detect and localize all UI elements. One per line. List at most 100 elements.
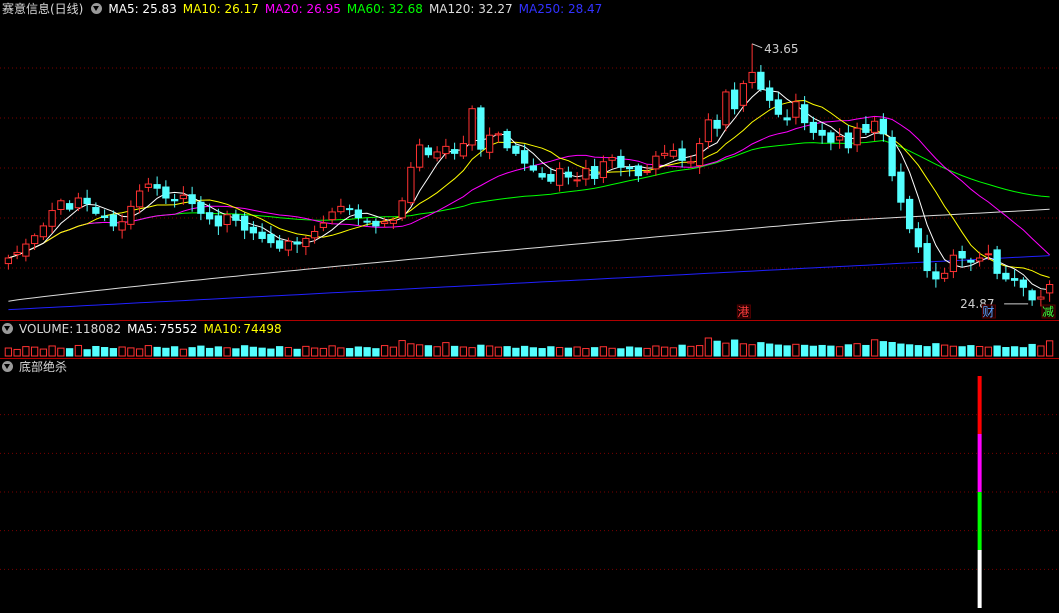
candle-body — [450, 149, 459, 154]
candle-body — [678, 148, 686, 161]
volume-bar — [162, 347, 170, 357]
candle-body — [74, 197, 83, 209]
volume-bar — [170, 346, 179, 357]
volume-bar — [284, 347, 293, 357]
candle-body — [92, 207, 100, 214]
kline-chart[interactable]: 43.6524.87港财减 — [0, 0, 1059, 613]
volume-bar — [424, 345, 433, 357]
volume-bar — [118, 346, 126, 357]
volume-bar — [135, 348, 144, 357]
volume-bar — [205, 347, 214, 357]
volume-bar — [4, 347, 13, 357]
volume-bar — [652, 345, 660, 357]
candle-body — [380, 221, 389, 225]
candle-body — [704, 119, 713, 143]
candle-body — [984, 253, 993, 256]
candle-body — [109, 214, 118, 227]
candle-body — [835, 136, 844, 141]
candle-body — [905, 198, 914, 230]
candle-body — [617, 155, 625, 168]
volume-bar — [258, 347, 266, 357]
ma250-line — [8, 255, 1050, 311]
volume-bar — [293, 348, 301, 357]
candle-body — [372, 220, 380, 227]
candle-body — [118, 221, 126, 231]
volume-bar — [354, 346, 363, 357]
candle-body — [293, 241, 301, 245]
volume-bar — [214, 346, 223, 357]
candle-body — [529, 165, 538, 171]
volume-bar — [13, 348, 21, 357]
volume-bar — [704, 337, 713, 357]
volume-bar — [879, 341, 888, 357]
candle-body — [135, 190, 144, 208]
volume-bar — [415, 344, 424, 357]
candle-body — [940, 272, 949, 279]
volume-bar — [564, 347, 573, 357]
event-marker: 财 — [982, 305, 994, 319]
candle-body — [783, 117, 791, 121]
high-pointer — [751, 43, 763, 49]
candle-body — [65, 203, 74, 210]
candle-body — [468, 108, 476, 146]
candle-body — [39, 225, 48, 238]
volume-bar — [153, 346, 161, 357]
volume-bar — [967, 345, 975, 357]
candle-body — [205, 212, 214, 220]
volume-bar — [1028, 343, 1036, 357]
volume-bar — [512, 347, 520, 357]
candle-body — [975, 257, 984, 262]
candle-body — [774, 99, 783, 115]
candle-body — [809, 121, 818, 133]
volume-bar — [275, 346, 284, 357]
volume-bar — [888, 342, 896, 357]
volume-bar — [267, 348, 275, 357]
candle-body — [687, 161, 695, 164]
candle-body — [398, 200, 406, 219]
candle-body — [932, 271, 940, 280]
volume-bar — [188, 347, 196, 357]
volume-bar — [48, 345, 56, 357]
candle-body — [459, 143, 468, 157]
candle-body — [993, 249, 1001, 274]
candle-body — [328, 211, 336, 221]
candle-body — [232, 214, 240, 221]
candle-body — [415, 144, 424, 168]
volume-bar — [634, 347, 643, 357]
volume-bar — [932, 343, 940, 357]
candle-body — [538, 173, 546, 178]
candle-body — [100, 215, 109, 219]
candle-body — [48, 210, 56, 227]
candle-body — [643, 170, 651, 173]
volume-bar — [477, 344, 485, 357]
candle-body — [923, 243, 931, 272]
candle-body — [1028, 290, 1036, 301]
candle-body — [520, 150, 529, 164]
volume-bar — [818, 344, 826, 357]
volume-bar — [695, 345, 704, 357]
candle-body — [240, 215, 249, 231]
candle-body — [258, 231, 266, 239]
volume-bar — [765, 343, 774, 357]
candle-body — [914, 228, 923, 248]
volume-bar — [57, 347, 65, 357]
candle-body — [354, 209, 363, 219]
volume-bar — [65, 348, 74, 357]
volume-bar — [617, 348, 625, 357]
volume-bar — [870, 339, 879, 357]
candle-body — [1037, 296, 1045, 300]
event-marker: 减 — [1042, 305, 1054, 319]
volume-bar — [984, 346, 993, 357]
candle-body — [862, 124, 870, 133]
candle-body — [302, 237, 310, 248]
candle-body — [170, 198, 179, 202]
ma120-line — [8, 208, 1050, 302]
candle-body — [424, 147, 433, 156]
volume-bar — [555, 347, 564, 357]
volume-bar — [337, 347, 345, 357]
volume-bar — [328, 345, 336, 357]
volume-bar — [949, 345, 958, 357]
candle-body — [57, 200, 65, 211]
volume-bar — [1019, 347, 1028, 357]
volume-bar — [249, 346, 258, 357]
